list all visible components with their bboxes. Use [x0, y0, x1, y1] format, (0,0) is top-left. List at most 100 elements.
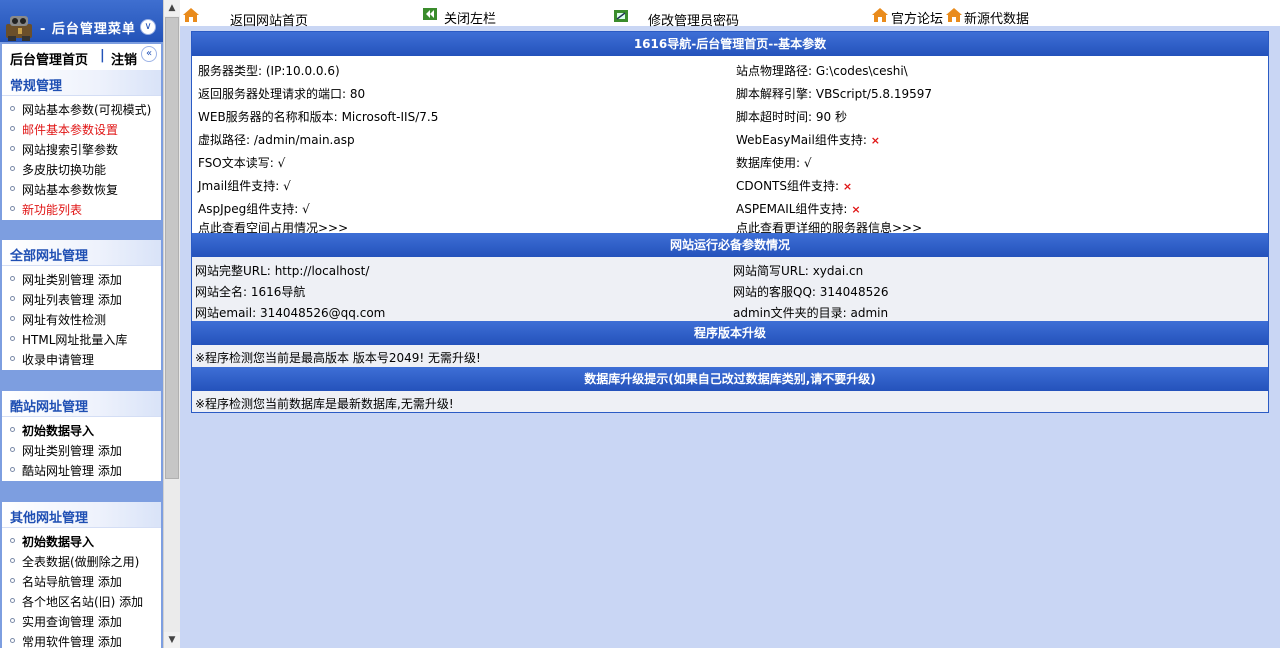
sidebar-menu-item-label: HTML网址批量入库 [22, 333, 128, 347]
short-url-value: xydai.cn [812, 264, 864, 278]
collapse-sidebar-icon[interactable]: « [141, 46, 157, 62]
cdonts-cross-icon: × [842, 180, 853, 193]
collapse-menu-icon[interactable]: ∨ [140, 19, 156, 35]
site-email-value: 314048526@qq.com [259, 306, 386, 320]
bullet-icon [10, 146, 15, 151]
sidebar-menu-item[interactable]: 名站导航管理 添加 [2, 572, 161, 592]
sidebar-menu-item-label: 各个地区名站(旧) 添加 [22, 595, 144, 609]
site-email-label: 网站email: [195, 306, 257, 320]
robot-logo-icon [6, 16, 32, 41]
bullet-icon [10, 336, 15, 341]
sidebar-menu-item-label: 实用查询管理 添加 [22, 615, 122, 629]
aspemail-row: ASPEMAIL组件支持: × [736, 200, 861, 217]
change-password-link[interactable]: 修改管理员密码 [648, 10, 739, 29]
sidebar-menu-item-label: 酷站网址管理 添加 [22, 464, 122, 478]
aspemail-cross-icon: × [851, 203, 861, 216]
sidebar-menu-item[interactable]: 各个地区名站(旧) 添加 [2, 592, 161, 612]
top-toolbar: 返回网站首页 关闭左栏 修改管理员密码 官方论坛 新源代数据 [180, 0, 1280, 29]
script-engine-value: VBScript/5.8.19597 [815, 87, 933, 101]
official-forum-link[interactable]: 官方论坛 [891, 8, 943, 27]
sidebar-menu-item[interactable]: 初始数据导入 [2, 532, 161, 552]
logout-link[interactable]: 注销 [111, 49, 137, 68]
database-label: 数据库使用: [736, 156, 801, 170]
admin-home-link[interactable]: 后台管理首页 [10, 49, 88, 68]
site-name-value: 1616导航 [250, 285, 306, 299]
new-source-data-link[interactable]: 新源代数据 [964, 8, 1029, 27]
timeout-label: 脚本超时时间: [736, 110, 813, 124]
sidebar-menu-item[interactable]: 网站基本参数恢复 [2, 180, 161, 200]
virtual-path-label: 虚拟路径: [198, 133, 251, 147]
sidebar-scrollbar[interactable]: ▲ ▼ [163, 0, 180, 648]
sidebar-menu-item[interactable]: 网址列表管理 添加 [2, 290, 161, 310]
bullet-icon [10, 598, 15, 603]
web-server-label: WEB服务器的名称和版本: [198, 110, 338, 124]
admin-dir-row: admin文件夹的目录: admin [733, 304, 888, 321]
version-upgrade-title: 程序版本升级 [192, 321, 1268, 345]
aspjpeg-label: AspJpeg组件支持: [198, 202, 299, 216]
bullet-icon [10, 206, 15, 211]
sidebar-menu-item[interactable]: 网址类别管理 添加 [2, 441, 161, 461]
aspjpeg-check-icon: √ [302, 202, 310, 216]
close-left-panel-link[interactable]: 关闭左栏 [444, 8, 496, 27]
sidebar-menu-item-label: 新功能列表 [22, 203, 83, 217]
sidebar-menu-item[interactable]: 初始数据导入 [2, 421, 161, 441]
jmail-label: Jmail组件支持: [198, 179, 280, 193]
sidebar-toplinks: 后台管理首页 | 注销 « [2, 44, 161, 70]
sidebar-menu-item[interactable]: 收录申请管理 [2, 350, 161, 370]
bullet-icon [10, 356, 15, 361]
sidebar-menu-item[interactable]: 常用软件管理 添加 [2, 632, 161, 648]
jmail-row: Jmail组件支持: √ [198, 177, 291, 194]
site-url-label: 网站完整URL: [195, 264, 271, 278]
version-message: ※程序检测您当前是最高版本 版本号2049! 无需升级! [195, 351, 481, 365]
fso-row: FSO文本读写: √ [198, 154, 285, 171]
site-url-row: 网站完整URL: http://localhost/ [195, 262, 369, 279]
menu-section-general: 常规管理 网站基本参数(可视模式) 邮件基本参数设置 网站搜索引擎参数 多皮肤切换功能… [2, 70, 161, 220]
menu-section-all-urls: 全部网址管理 网址类别管理 添加 网址列表管理 添加 网址有效性检测 HTML网址批量… [2, 240, 161, 370]
port-label: 返回服务器处理请求的端口: [198, 87, 347, 101]
virtual-path-row: 虚拟路径: /admin/main.asp [198, 131, 355, 148]
sidebar-menu-item[interactable]: 多皮肤切换功能 [2, 160, 161, 180]
short-url-label: 网站简写URL: [733, 264, 809, 278]
basic-params-title: 1616导航-后台管理首页--基本参数 [192, 32, 1268, 56]
sidebar-menu-item[interactable]: 新功能列表 [2, 200, 161, 220]
bullet-icon [10, 276, 15, 281]
database-check-icon: √ [803, 156, 812, 170]
sidebar-menu-item-label: 邮件基本参数设置 [22, 123, 119, 137]
server-type-value: (IP:10.0.0.6) [265, 64, 340, 78]
timeout-value: 90 秒 [815, 110, 847, 124]
virtual-path-value: /admin/main.asp [253, 133, 355, 147]
return-home-link[interactable]: 返回网站首页 [230, 10, 308, 29]
admin-dir-label: admin文件夹的目录: [733, 306, 847, 320]
sidebar-menu-item[interactable]: 网站搜索引擎参数 [2, 140, 161, 160]
db-upgrade-title: 数据库升级提示(如果自己改过数据库类别,请不要升级) [192, 367, 1268, 391]
menu-section-title: 全部网址管理 [2, 240, 161, 266]
sidebar-menu-item[interactable]: HTML网址批量入库 [2, 330, 161, 350]
fso-label: FSO文本读写: [198, 156, 274, 170]
sidebar-menu-item-label: 初始数据导入 [22, 424, 95, 438]
sidebar-menu-item[interactable]: 全表数据(做删除之用) [2, 552, 161, 572]
sidebar-menu-item-label: 收录申请管理 [22, 353, 95, 367]
webeasymail-row: WebEasyMail组件支持: × [736, 131, 880, 148]
menu-section-other-urls: 其他网址管理 初始数据导入全表数据(做删除之用) 名站导航管理 添加各个地区名站(… [2, 502, 161, 648]
sidebar-menu-item[interactable]: 网站基本参数(可视模式) [2, 100, 161, 120]
admin-dir-value: admin [850, 306, 889, 320]
sidebar-menu-item[interactable]: 实用查询管理 添加 [2, 612, 161, 632]
port-value: 80 [349, 87, 366, 101]
menu-section-title: 其他网址管理 [2, 502, 161, 528]
sidebar-menu-item[interactable]: 邮件基本参数设置 [2, 120, 161, 140]
db-message: ※程序检测您当前数据库是最新数据库,无需升级! [195, 397, 454, 411]
sidebar-menu-item[interactable]: 网址类别管理 添加 [2, 270, 161, 290]
sidebar-menu-item-label: 初始数据导入 [22, 535, 95, 549]
scroll-up-arrow-icon[interactable]: ▲ [164, 0, 180, 16]
timeout-row: 脚本超时时间: 90 秒 [736, 108, 847, 125]
server-type-label: 服务器类型: [198, 64, 263, 78]
sidebar-menu-item[interactable]: 网址有效性检测 [2, 310, 161, 330]
service-qq-label: 网站的客服QQ: [733, 285, 816, 299]
service-qq-value: 314048526 [819, 285, 889, 299]
scrollbar-thumb[interactable] [165, 17, 179, 479]
close-left-panel-icon [423, 8, 437, 20]
bullet-icon [10, 166, 15, 171]
sidebar-menu-item[interactable]: 酷站网址管理 添加 [2, 461, 161, 481]
scroll-down-arrow-icon[interactable]: ▼ [164, 632, 180, 648]
bullet-icon [10, 186, 15, 191]
